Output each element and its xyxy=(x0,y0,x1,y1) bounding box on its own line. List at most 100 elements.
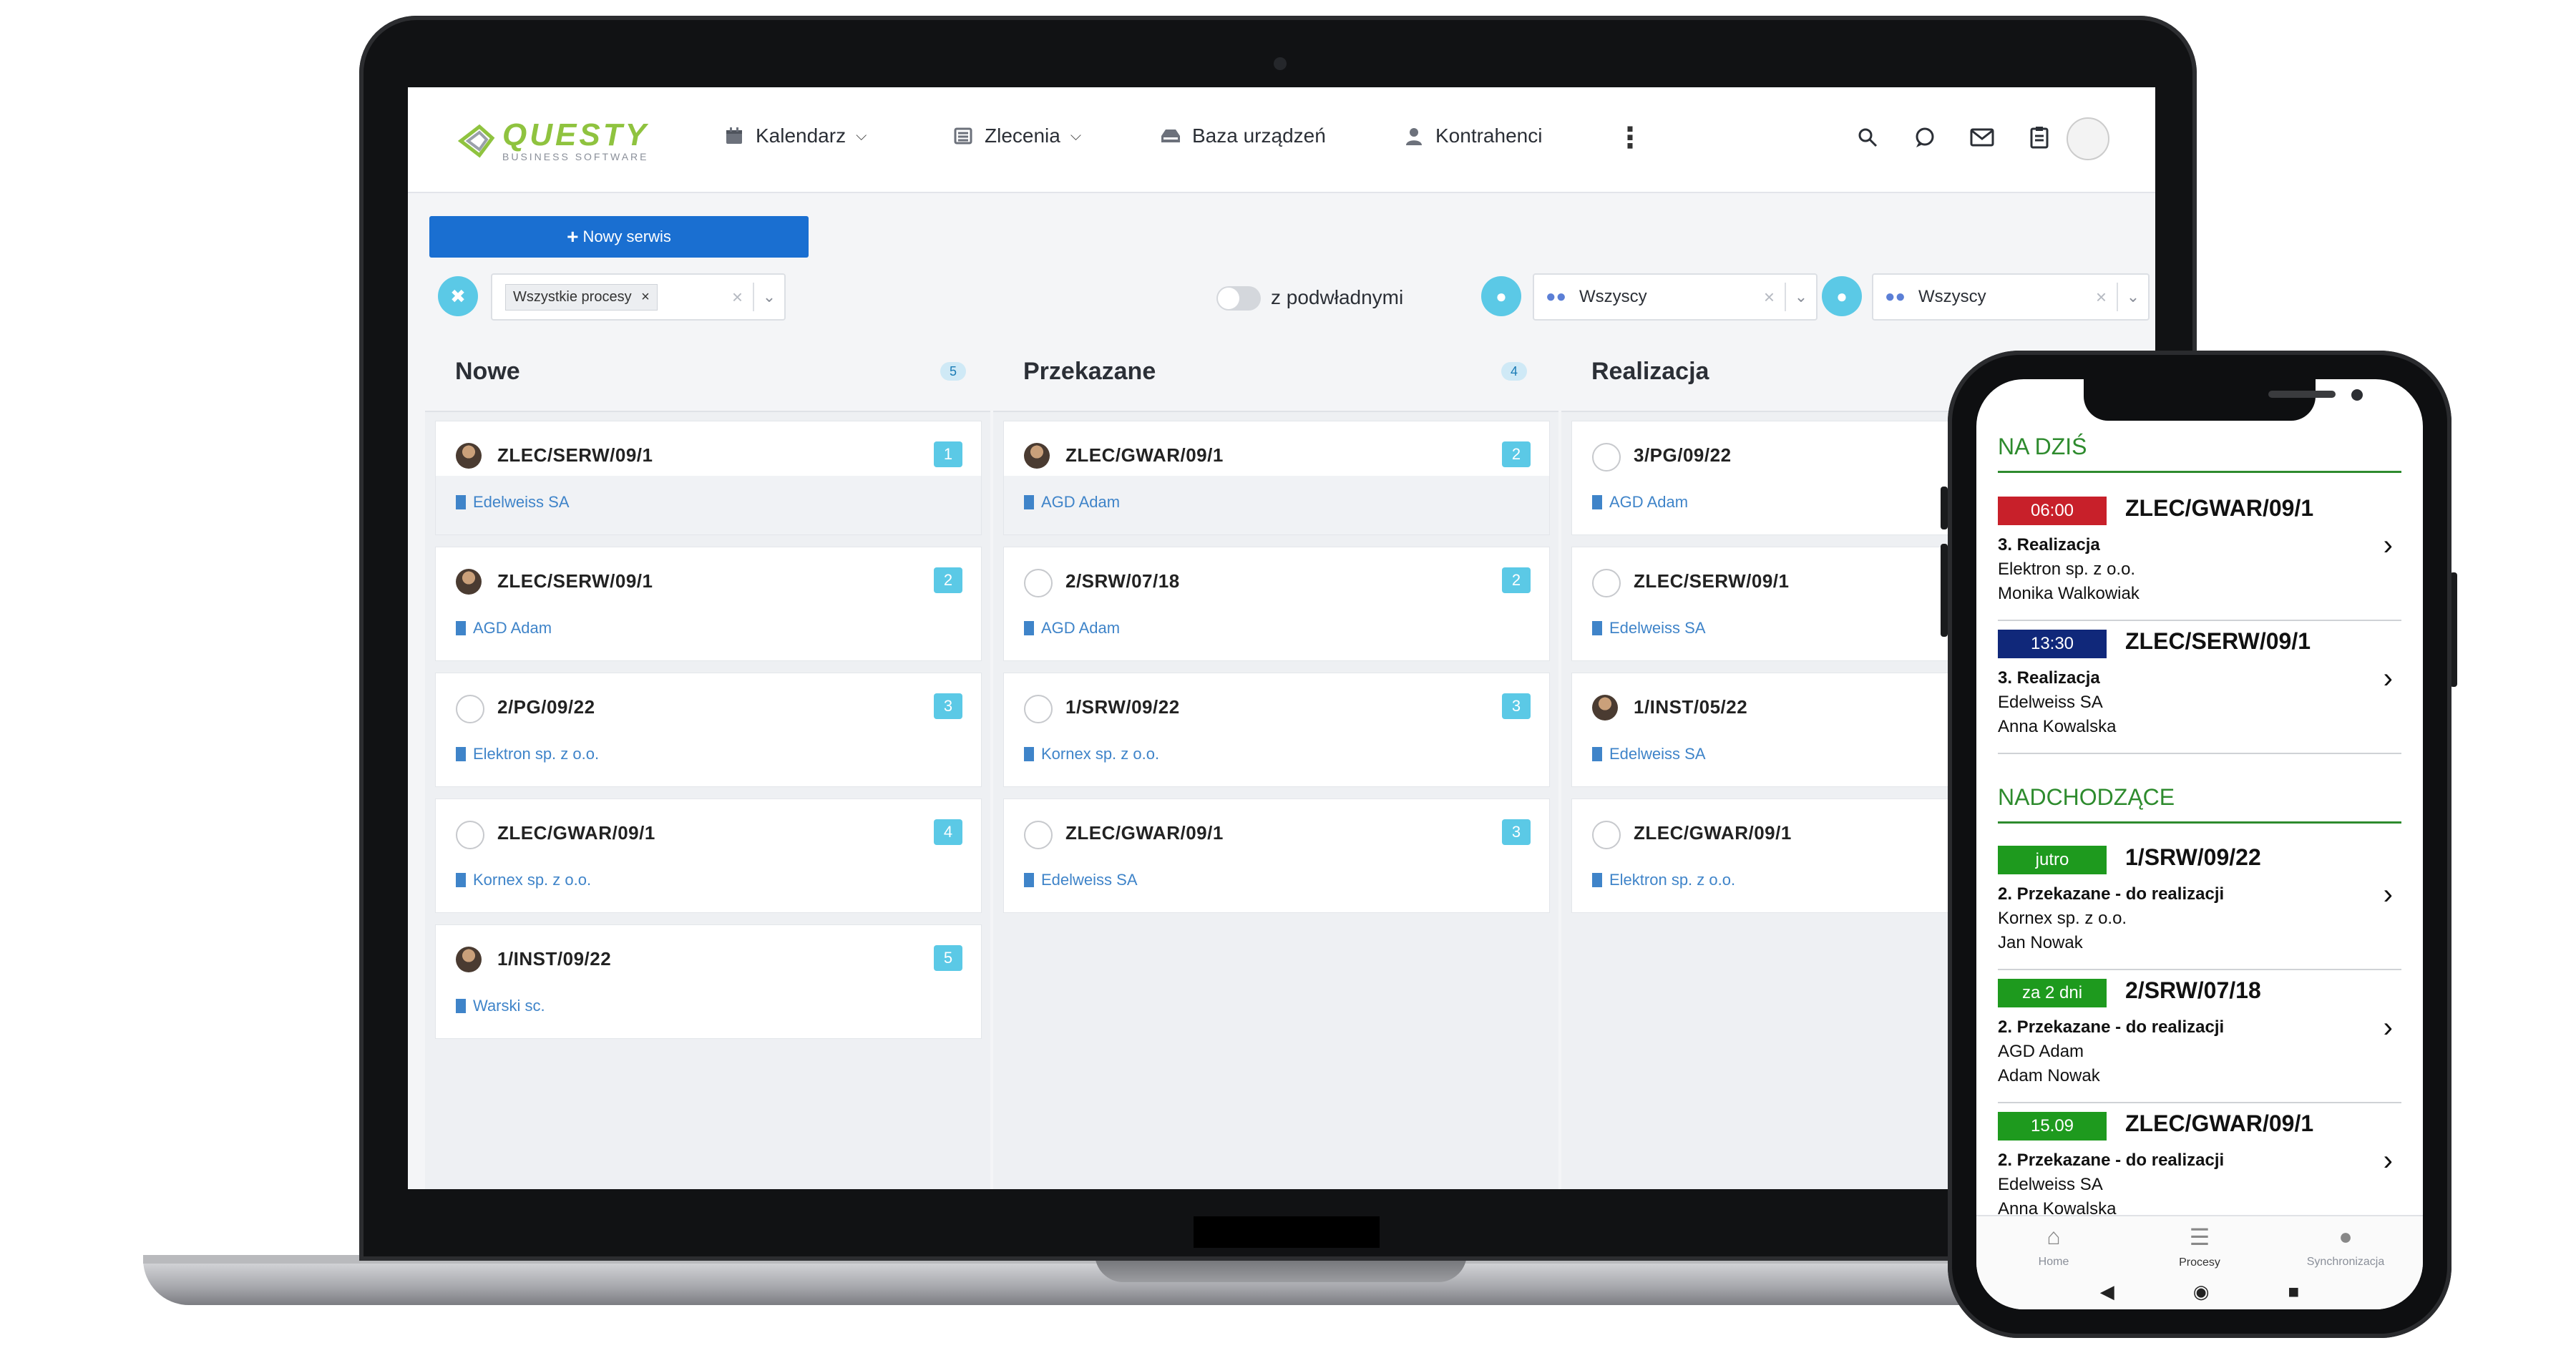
card-client[interactable]: AGD Adam xyxy=(456,619,552,638)
chevron-right-icon[interactable]: › xyxy=(2384,529,2393,562)
nav-orders[interactable]: Zlecenia ⌵ xyxy=(952,124,1081,147)
card-client[interactable]: AGD Adam xyxy=(1592,493,1688,512)
recents-icon[interactable]: ■ xyxy=(2288,1281,2299,1303)
chevron-down-icon[interactable]: ⌄ xyxy=(2117,283,2148,311)
chevron-down-icon[interactable]: ⌄ xyxy=(1785,283,1816,311)
chat-icon[interactable] xyxy=(1911,123,1939,152)
subordinates-toggle[interactable] xyxy=(1216,286,1261,311)
clear-icon[interactable]: × xyxy=(1764,286,1775,308)
process-filter-chip[interactable]: Wszystkie procesy × xyxy=(505,283,658,311)
column-title: Przekazane xyxy=(1023,358,1156,385)
kanban-card[interactable]: ZLEC/SERW/09/1 2 AGD Adam xyxy=(435,547,982,661)
group-icon: ●● xyxy=(1546,287,1566,306)
logo[interactable]: QUESTY BUSINESS SOFTWARE xyxy=(458,116,649,166)
user-select[interactable]: ●● Wszyscy × ⌄ xyxy=(1533,273,1818,321)
time-badge: 06:00 xyxy=(1998,497,2107,525)
home-circle-icon[interactable]: ◉ xyxy=(2193,1281,2210,1303)
card-client[interactable]: Elektron sp. z o.o. xyxy=(456,745,599,763)
card-number: 1/SRW/09/22 xyxy=(1065,696,1180,718)
phone-list-item[interactable]: 13:30 ZLEC/SERW/09/1 3. Realizacja Edelw… xyxy=(1998,620,2401,754)
column-1: Przekazane 4 ZLEC/GWAR/09/1 2 AGD Adam 2… xyxy=(993,331,1558,1189)
back-icon[interactable]: ◀ xyxy=(2100,1281,2114,1303)
search-icon[interactable] xyxy=(1853,123,1882,152)
chevron-down-icon[interactable]: ⌄ xyxy=(753,283,784,311)
tab-home[interactable]: ⌂ Home xyxy=(1979,1224,2128,1269)
card-client[interactable]: Edelweiss SA xyxy=(456,493,570,512)
kanban-card[interactable]: ZLEC/GWAR/09/1 3 Edelweiss SA xyxy=(1003,798,1550,913)
building-icon xyxy=(1024,495,1034,509)
order-client: AGD Adam xyxy=(1998,1042,2084,1061)
order-client: Elektron sp. z o.o. xyxy=(1998,560,2136,579)
card-client-name: AGD Adam xyxy=(473,619,552,637)
tab-processes-label: Procesy xyxy=(2179,1256,2220,1269)
laptop-camera xyxy=(1274,57,1287,70)
kanban-card[interactable]: ZLEC/GWAR/09/1 2 AGD Adam xyxy=(1003,421,1550,535)
card-client[interactable]: Elektron sp. z o.o. xyxy=(1592,871,1735,889)
card-client-name: Elektron sp. z o.o. xyxy=(1609,871,1736,889)
kanban-card[interactable]: 2/SRW/07/18 2 AGD Adam xyxy=(1003,547,1550,661)
group-select[interactable]: ●● Wszyscy × ⌄ xyxy=(1872,273,2150,321)
building-icon xyxy=(1592,873,1602,887)
card-client-name: AGD Adam xyxy=(1041,619,1121,637)
tab-home-label: Home xyxy=(2038,1256,2069,1268)
user-avatar[interactable] xyxy=(2067,117,2109,160)
process-filter-select[interactable]: Wszystkie procesy × × ⌄ xyxy=(491,273,786,321)
clear-icon[interactable]: × xyxy=(732,286,743,308)
chevron-right-icon[interactable]: › xyxy=(2384,1145,2393,1177)
card-number: ZLEC/GWAR/09/1 xyxy=(1065,822,1224,844)
card-client[interactable]: Kornex sp. z o.o. xyxy=(1024,745,1159,763)
card-client[interactable]: Kornex sp. z o.o. xyxy=(456,871,591,889)
card-client[interactable]: Edelweiss SA xyxy=(1592,619,1706,638)
nav-calendar[interactable]: Kalendarz ⌵ xyxy=(723,124,867,147)
order-person: Anna Kowalska xyxy=(1998,717,2117,736)
kanban-card[interactable]: 2/PG/09/22 3 Elektron sp. z o.o. xyxy=(435,673,982,787)
building-icon xyxy=(1024,873,1034,887)
chip-remove-icon[interactable]: × xyxy=(641,289,650,305)
nav-devices[interactable]: Baza urządzeń xyxy=(1159,124,1326,147)
phone-list-item[interactable]: 06:00 ZLEC/GWAR/09/1 3. Realizacja Elekt… xyxy=(1998,487,2401,621)
device-icon xyxy=(1159,124,1182,147)
kanban-card[interactable]: ZLEC/GWAR/09/1 4 Kornex sp. z o.o. xyxy=(435,798,982,913)
nav-devices-label: Baza urządzeń xyxy=(1192,124,1326,147)
card-priority-badge: 4 xyxy=(934,819,962,845)
card-client-name: Edelweiss SA xyxy=(1041,871,1138,889)
card-client[interactable]: AGD Adam xyxy=(1024,493,1120,512)
card-client[interactable]: Edelweiss SA xyxy=(1592,745,1706,763)
card-client-name: Warski sc. xyxy=(473,997,545,1015)
nav-contractors[interactable]: Kontrahenci xyxy=(1402,124,1542,147)
kanban-card[interactable]: ZLEC/SERW/09/1 1 Edelweiss SA xyxy=(435,421,982,535)
chevron-right-icon[interactable]: › xyxy=(2384,879,2393,911)
card-client[interactable]: Edelweiss SA xyxy=(1024,871,1138,889)
kanban-card[interactable]: 1/INST/09/22 5 Warski sc. xyxy=(435,924,982,1039)
tools-icon[interactable]: ✖ xyxy=(438,276,478,316)
card-client[interactable]: AGD Adam xyxy=(1024,619,1120,638)
group-filter-icon[interactable]: ● xyxy=(1822,276,1862,316)
card-priority-badge: 3 xyxy=(1502,693,1531,719)
tab-sync[interactable]: ● Synchronizacja xyxy=(2271,1224,2420,1269)
column-header: Nowe 5 xyxy=(425,331,990,412)
time-badge: 15.09 xyxy=(1998,1112,2107,1141)
card-number: ZLEC/GWAR/09/1 xyxy=(497,822,655,844)
phone-list-item[interactable]: za 2 dni 2/SRW/07/18 2. Przekazane - do … xyxy=(1998,969,2401,1103)
tab-processes[interactable]: ☰ Procesy xyxy=(2125,1224,2274,1269)
user-filter-icon[interactable]: ● xyxy=(1481,276,1521,316)
card-client[interactable]: Warski sc. xyxy=(456,997,545,1015)
clipboard-icon[interactable] xyxy=(2025,123,2054,152)
clear-icon[interactable]: × xyxy=(2096,286,2107,308)
new-service-button[interactable]: + Nowy serwis xyxy=(429,216,809,258)
avatar xyxy=(456,443,482,469)
more-vertical-icon[interactable]: ⋮ xyxy=(1616,122,1644,155)
avatar xyxy=(456,947,482,972)
phone-list-item[interactable]: jutro 1/SRW/09/22 2. Przekazane - do rea… xyxy=(1998,836,2401,970)
avatar xyxy=(456,695,484,723)
time-badge: za 2 dni xyxy=(1998,979,2107,1007)
chevron-right-icon[interactable]: › xyxy=(2384,663,2393,695)
card-client-name: Elektron sp. z o.o. xyxy=(473,745,600,763)
card-priority-badge: 2 xyxy=(1502,441,1531,467)
mail-icon[interactable] xyxy=(1968,123,1996,152)
chevron-right-icon[interactable]: › xyxy=(2384,1012,2393,1044)
avatar xyxy=(456,569,482,595)
kanban-card[interactable]: 1/SRW/09/22 3 Kornex sp. z o.o. xyxy=(1003,673,1550,787)
avatar xyxy=(1024,569,1053,597)
card-number: ZLEC/GWAR/09/1 xyxy=(1065,444,1224,466)
